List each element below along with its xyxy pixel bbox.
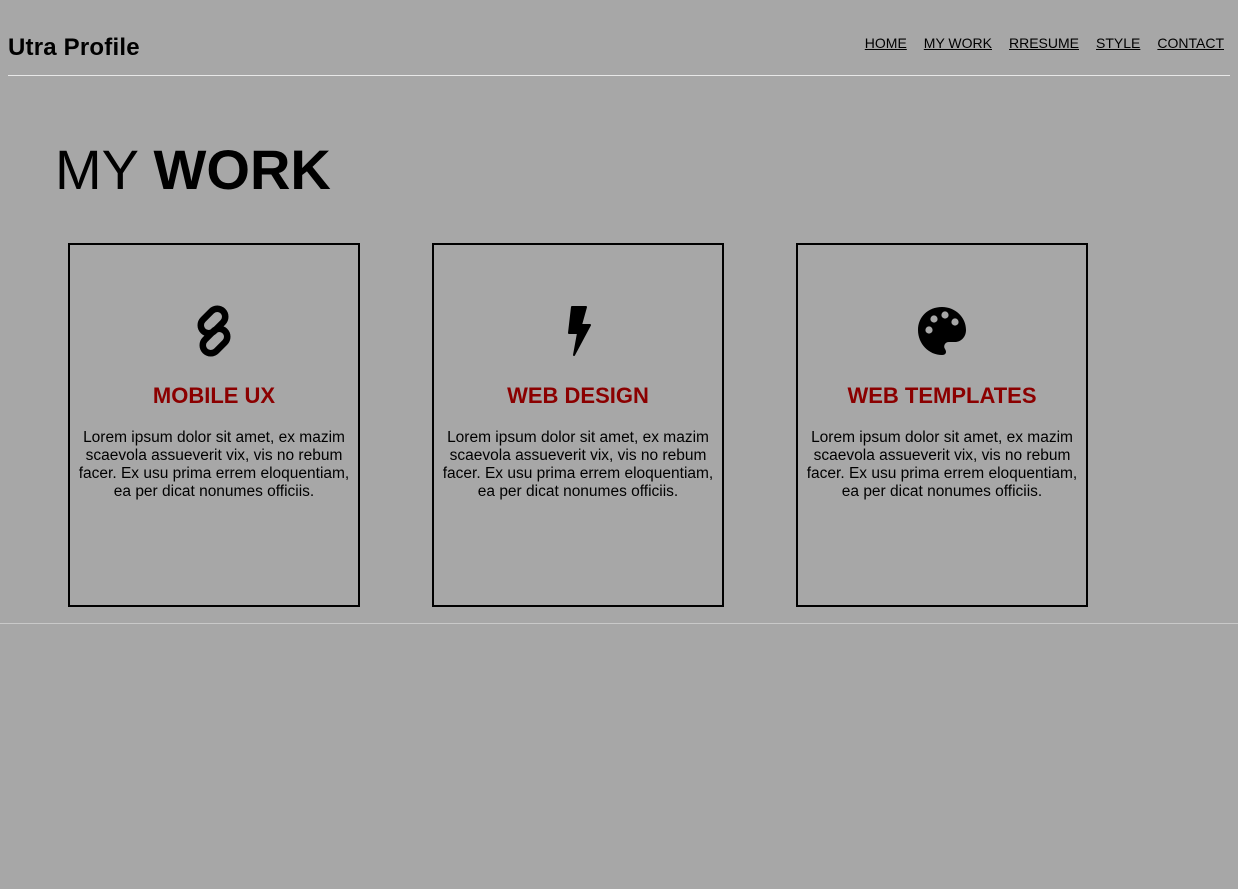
card-description: Lorem ipsum dolor sit amet, ex mazim sca…: [806, 429, 1078, 500]
page-title-light: MY: [55, 138, 154, 201]
page-title-bold: WORK: [153, 138, 331, 201]
site-header: Utra Profile HOME MY WORK RRESUME STYLE …: [8, 0, 1230, 76]
page-title: MY WORK: [55, 138, 331, 202]
nav-my-work-link[interactable]: MY WORK: [924, 35, 992, 51]
card-description: Lorem ipsum dolor sit amet, ex mazim sca…: [442, 429, 714, 500]
nav-style-link[interactable]: STYLE: [1096, 35, 1140, 51]
nav-contact-link[interactable]: CONTACT: [1157, 35, 1224, 51]
card-title: WEB DESIGN: [507, 383, 649, 408]
main-nav: HOME MY WORK RRESUME STYLE CONTACT: [865, 35, 1224, 51]
nav-resume-link[interactable]: RRESUME: [1009, 35, 1079, 51]
work-card-web-design: WEB DESIGN Lorem ipsum dolor sit amet, e…: [432, 243, 724, 607]
card-title: WEB TEMPLATES: [847, 383, 1037, 408]
palette-icon: [916, 305, 968, 357]
section-divider: [0, 623, 1238, 624]
nav-home-link[interactable]: HOME: [865, 35, 907, 51]
bolt-icon: [552, 305, 604, 357]
card-title: MOBILE UX: [152, 383, 276, 408]
work-card-web-templates: WEB TEMPLATES Lorem ipsum dolor sit amet…: [796, 243, 1088, 607]
link-icon: [188, 305, 240, 357]
brand-logo[interactable]: Utra Profile: [8, 34, 140, 62]
card-description: Lorem ipsum dolor sit amet, ex mazim sca…: [78, 429, 350, 500]
work-card-mobile-ux: MOBILE UX Lorem ipsum dolor sit amet, ex…: [68, 243, 360, 607]
